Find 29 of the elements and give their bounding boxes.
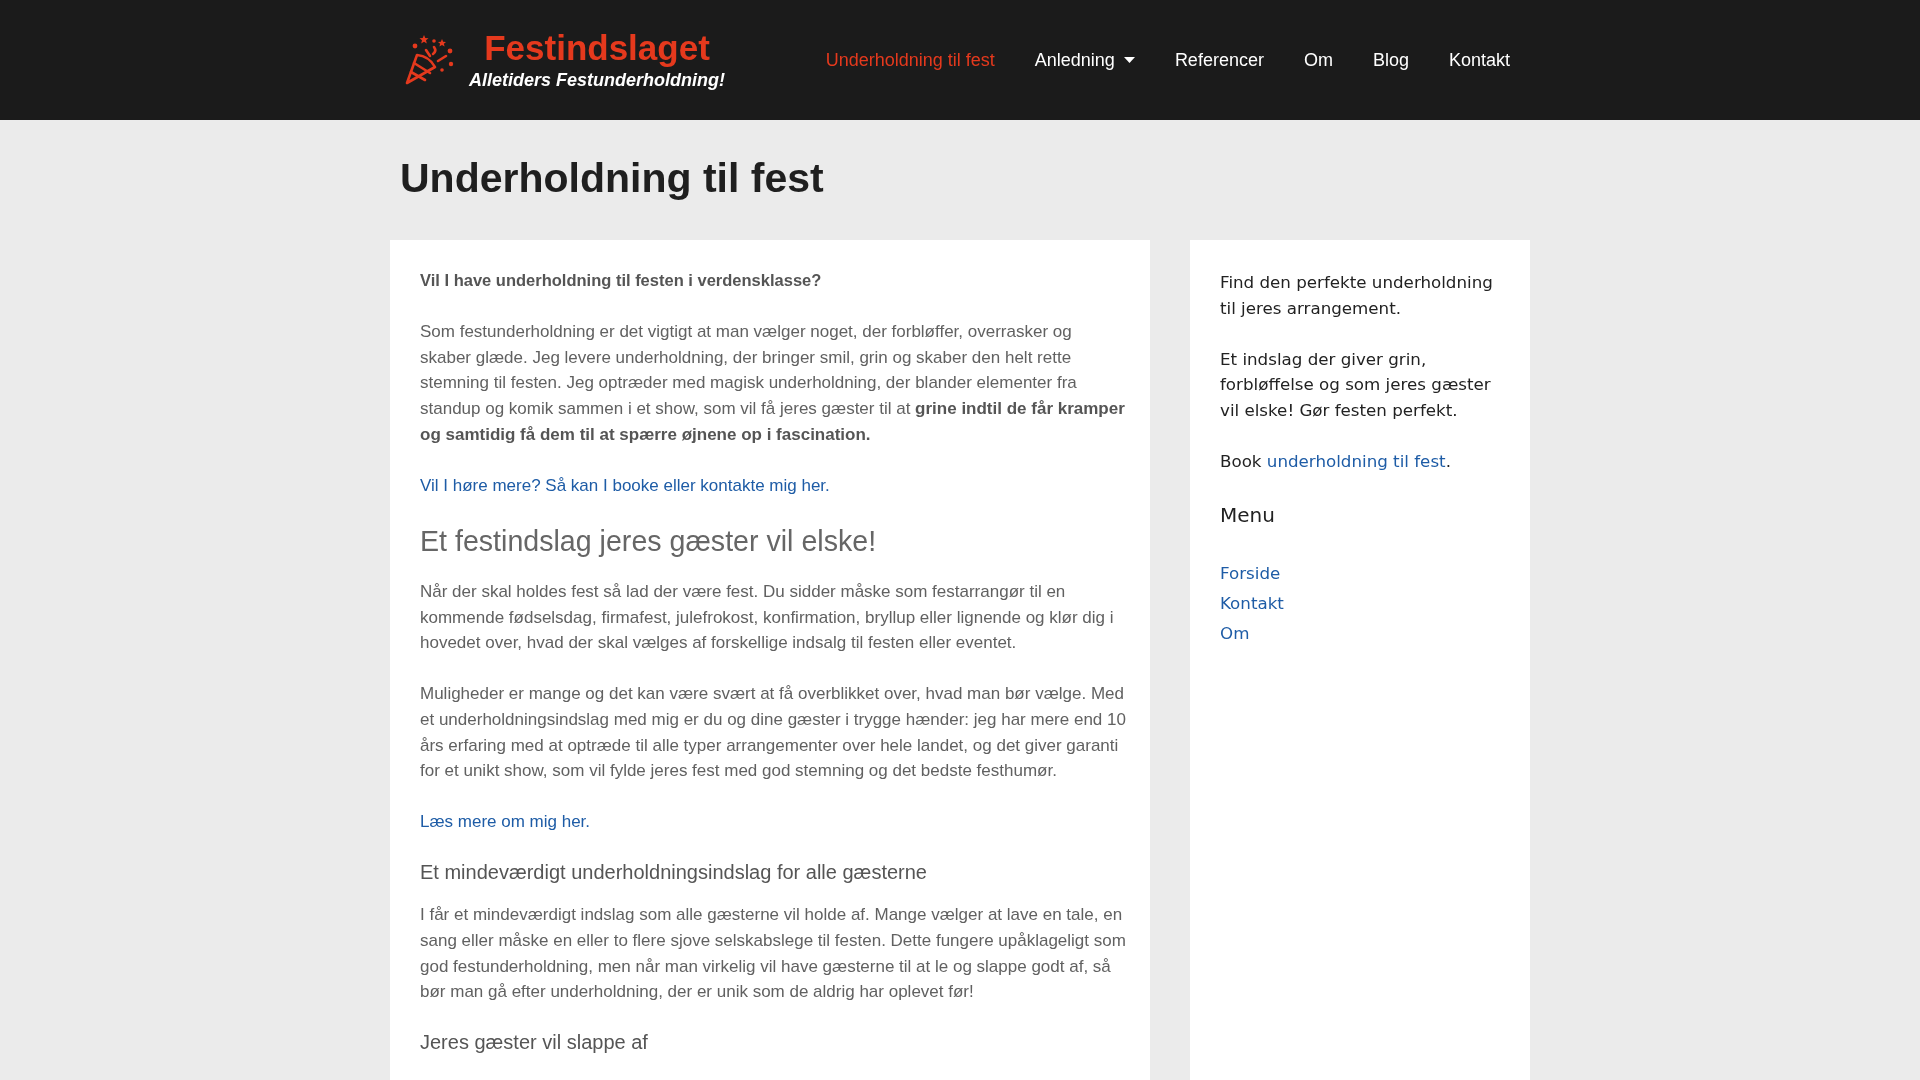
text-link[interactable]: underholdning til fest	[1266, 451, 1446, 472]
lead-text: Vil I have underholdning til festen i verdensklasse?	[420, 270, 823, 291]
page-title: Underholdning til fest	[400, 154, 824, 202]
nav-link[interactable]: Underholdning til fest	[805, 37, 1015, 83]
nav-link[interactable]: Referencer	[1154, 37, 1284, 83]
sidebar-text: Find den perfekte underholdning til jeres arrangement.	[1220, 271, 1494, 320]
paragraph: Som festunderholdning er det vigtigt at man vælger noget, der forbløffer, overrasker og skaber glæde. Jeg levere underholdning, der bringer smil, grin og skaber den helt rette stemning til festen. Jeg optræder med magisk underholdning, der blander elementer fra standup og komik sammen i et show, som vil få jeres gæster til at grine indtil de får kramper og samtidig få dem til at spærre øjnene op i fascination.	[420, 321, 1126, 446]
subsection-heading: Jeres gæster vil slappe af	[420, 1030, 649, 1055]
paragraph: Muligheder er mange og det kan være svært at få overblikket over, hvad man bør vælge. Med et underholdningsindslag med mig er du og dine gæster i trygge hænder: jeg har mere end 10 års erfaring med at optræde til alle typer arrangementer over hele landet, og det giver garanti for et unikt show, som vil fylde jeres fest med god stemning og det bedste festhumør.	[420, 683, 1126, 783]
menu-link[interactable]: Om	[1220, 618, 1250, 649]
paragraph: Når der skal holdes fest så lad der være fest. Du sidder måske som festarrangør til en kommende fødselsdag, firmafest, julefrokost, konfirmation, bryllup eller lignende og klør dig i hovedet over, hvad der skal vælges af forskellige indsalg til festen eller eventet.	[420, 580, 1115, 655]
text-link[interactable]: Læs mere om mig her.	[420, 812, 591, 832]
subsection-heading: Et mindeværdigt underholdningsindslag for alle gæsterne	[420, 860, 928, 885]
site-tagline: Alletiders Festunderholdning!	[469, 69, 725, 91]
nav-link[interactable]: Blog	[1352, 37, 1429, 83]
section-heading: Et festindslag jeres gæster vil elske!	[420, 523, 878, 558]
sidebar-text: Et indslag der giver grin, forbløffelse og som jeres gæster vil elske! Gør festen perfekt.	[1220, 347, 1492, 422]
sidebar-text: Book underholdning til fest.	[1220, 450, 1452, 474]
paragraph: I får et mindeværdigt indslag som alle gæsterne vil holde af. Mange vælger at lave en tale, en sang eller måske en eller to flere sjove selskabslege til festen. Dette fungere upåklageligt som god festunderholdning, men når man virkelig vil have gæsterne til at le og slappe godt af, så bør man gå efter underholdning, der er unik som de aldrig har oplevet før!	[420, 904, 1126, 1004]
site-name: Festindslaget	[484, 29, 710, 67]
caret-icon	[1123, 57, 1135, 63]
menu-link[interactable]: Forside	[1220, 558, 1281, 589]
party-popper-icon	[404, 34, 456, 86]
nav-link[interactable]: Kontakt	[1428, 37, 1530, 83]
text-link[interactable]: Vil I høre mere? Så kan I booke eller kontakte mig her.	[420, 475, 830, 495]
menu-link[interactable]: Kontakt	[1220, 588, 1284, 619]
nav-link[interactable]: Om	[1283, 37, 1353, 83]
nav-link[interactable]: Anledning	[1014, 37, 1155, 83]
menu-heading: Menu	[1220, 502, 1276, 530]
